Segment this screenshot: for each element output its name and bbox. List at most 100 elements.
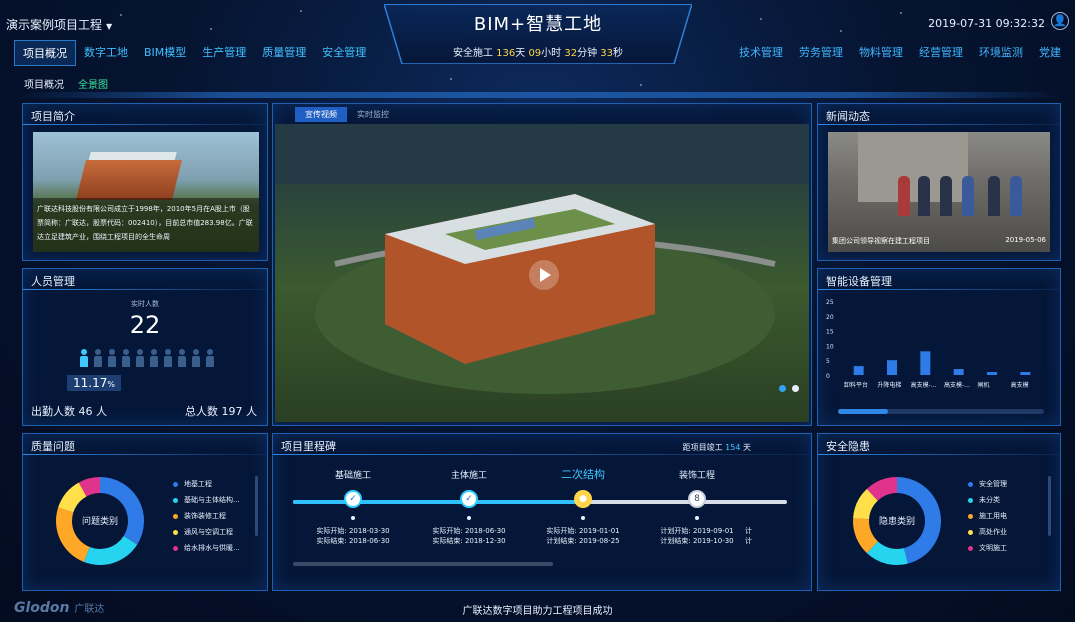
- current-stage-icon[interactable]: ●: [574, 490, 592, 508]
- remaining-label: 距项目竣工: [682, 443, 723, 452]
- milestone-progress: [293, 500, 579, 504]
- milestone-date-start: 实际开始: 2018-03-30: [316, 527, 390, 535]
- legend-dot: [968, 529, 973, 535]
- person-icon: [149, 349, 159, 367]
- legend-item[interactable]: 未分类: [968, 492, 1007, 508]
- x-tick-label: 高支模-...: [911, 381, 937, 389]
- milestone-dates: 实际开始: 2018-03-30 实际结束: 2018-06-30: [308, 526, 398, 546]
- project-intro-panel: 项目简介 广联达科技股份有限公司成立于1998年，2010年5月在A股上市（股票…: [22, 103, 268, 261]
- panel-title: 人员管理: [31, 275, 75, 288]
- legend-dot: [968, 545, 973, 551]
- subtab-panorama[interactable]: 全景图: [78, 76, 108, 91]
- bar[interactable]: [853, 366, 864, 375]
- tab-live-monitor[interactable]: 实时监控: [347, 107, 399, 122]
- chart-scrollbar[interactable]: [838, 409, 1044, 414]
- nav-item-tech[interactable]: 技术管理: [731, 40, 791, 64]
- user-icon[interactable]: 👤: [1051, 12, 1069, 30]
- nav-item-labor[interactable]: 劳务管理: [791, 40, 851, 64]
- legend-scrollbar[interactable]: [1048, 476, 1051, 536]
- panel-title: 安全隐患: [826, 440, 870, 453]
- legend-item[interactable]: 基础与主体结构...: [173, 492, 240, 508]
- legend-item[interactable]: 施工用电: [968, 508, 1007, 524]
- nav-item-business[interactable]: 经营管理: [911, 40, 971, 64]
- sub-tabs: 项目概况 全景图: [24, 76, 108, 91]
- nav-item-environment[interactable]: 环境监测: [971, 40, 1031, 64]
- device-bar-chart[interactable]: 0 5 10 15 20 25 卸料平台 升降电梯 高支模-... 高支模-... 闸机 高支模: [824, 295, 1056, 405]
- pager-dot[interactable]: [792, 385, 799, 392]
- bar[interactable]: [887, 360, 897, 375]
- legend-label: 装饰装修工程: [184, 512, 226, 520]
- milestone-panel: 项目里程碑 距项目竣工 154 天 基础施工 ✓ 实际开始: 2018-03-3…: [272, 433, 812, 591]
- donut-slice[interactable]: [100, 477, 144, 545]
- bar[interactable]: [987, 372, 997, 375]
- people-icons: [79, 349, 215, 367]
- remaining-days-value: 154: [725, 443, 741, 452]
- remaining-days: 距项目竣工 154 天: [683, 442, 751, 453]
- safety-minutes: 32: [564, 48, 578, 59]
- tab-promo-video[interactable]: 宣传视频: [295, 107, 347, 122]
- person-icon: [163, 349, 173, 367]
- panel-title-line: [273, 454, 811, 455]
- nav-item-bim-model[interactable]: BIM模型: [136, 40, 194, 66]
- news-person: [962, 176, 974, 216]
- project-selector-label: 演示案例项目工程: [6, 18, 103, 32]
- bar[interactable]: [1020, 372, 1031, 375]
- legend-item[interactable]: 文明施工: [968, 540, 1007, 556]
- legend-item[interactable]: 安全管理: [968, 476, 1007, 492]
- nav-item-material[interactable]: 物料管理: [851, 40, 911, 64]
- panel-title: 项目简介: [31, 110, 75, 123]
- chevron-down-icon: ▼: [106, 22, 113, 31]
- safety-days-unit: 天: [515, 48, 526, 59]
- legend-item[interactable]: 通风与空调工程: [173, 524, 240, 540]
- y-tick-label: 5: [826, 358, 830, 365]
- nav-item-digital-site[interactable]: 数字工地: [76, 40, 136, 66]
- total-count: 总人数 197 人: [185, 405, 257, 418]
- milestone-dates: 计划开始: 2019-09-01 计划结束: 2019-10-30: [652, 526, 742, 546]
- legend-item[interactable]: 装饰装修工程: [173, 508, 240, 524]
- milestone-date-end: 计划结束: 2019-08-25: [546, 537, 620, 545]
- nav-item-overview[interactable]: 项目概况: [14, 40, 76, 66]
- milestone-scrollbar[interactable]: [293, 562, 553, 566]
- pager-dot-active[interactable]: [779, 385, 786, 392]
- sky: [275, 124, 809, 184]
- remaining-days-unit: 天: [743, 443, 751, 452]
- safety-hours: 09: [528, 48, 542, 59]
- check-icon[interactable]: ✓: [344, 490, 362, 508]
- x-tick-label: 卸料平台: [844, 381, 868, 389]
- nav-item-safety[interactable]: 安全管理: [314, 40, 374, 66]
- legend-item[interactable]: 地基工程: [173, 476, 240, 492]
- play-icon[interactable]: [529, 260, 559, 290]
- milestone-partial-1: 计: [745, 527, 752, 535]
- milestone-dot: [695, 516, 699, 520]
- donut-slice[interactable]: [83, 536, 138, 565]
- legend-scrollbar[interactable]: [255, 476, 258, 536]
- panel-title: 新闻动态: [826, 110, 870, 123]
- video-panel: 宣传视频 实时监控: [272, 103, 812, 426]
- legend-item[interactable]: 给水排水与供暖...: [173, 540, 240, 556]
- y-tick-label: 20: [826, 314, 834, 321]
- legend-item[interactable]: 高处作业: [968, 524, 1007, 540]
- attendance-percent-unit: %: [107, 380, 115, 389]
- panel-title-line: [818, 454, 1060, 455]
- footer-slogan: 广联达数字项目助力工程项目成功: [462, 606, 613, 617]
- top-header: 演示案例项目工程 ▼ 项目概况 数字工地 BIM模型 生产管理 质量管理 安全管理…: [0, 0, 1075, 70]
- news-image[interactable]: 集团公司领导视察在建工程项目 2019-05-06: [828, 132, 1050, 252]
- nav-item-quality[interactable]: 质量管理: [254, 40, 314, 66]
- check-icon[interactable]: ✓: [460, 490, 478, 508]
- nav-item-production[interactable]: 生产管理: [194, 40, 254, 66]
- bar[interactable]: [920, 351, 931, 375]
- bar[interactable]: [953, 369, 964, 375]
- nav-item-party[interactable]: 党建: [1031, 40, 1069, 64]
- future-stage-icon[interactable]: 8: [688, 490, 706, 508]
- video-player[interactable]: [275, 124, 809, 422]
- news-caption: 集团公司领导视察在建工程项目: [832, 237, 930, 245]
- news-person: [1010, 176, 1022, 216]
- milestone-date-end: 计划结束: 2019-10-30: [660, 537, 734, 545]
- subtab-overview[interactable]: 项目概况: [24, 76, 64, 91]
- panel-title-line: [818, 124, 1060, 125]
- project-image[interactable]: 广联达科技股份有限公司成立于1998年，2010年5月在A股上市（股票简称：广联…: [33, 132, 259, 252]
- news-panel: 新闻动态 集团公司领导视察在建工程项目 2019-05-06: [817, 103, 1061, 261]
- chart-scroll-thumb[interactable]: [838, 409, 888, 414]
- legend-dot: [173, 481, 178, 487]
- project-selector[interactable]: 演示案例项目工程 ▼: [6, 16, 112, 33]
